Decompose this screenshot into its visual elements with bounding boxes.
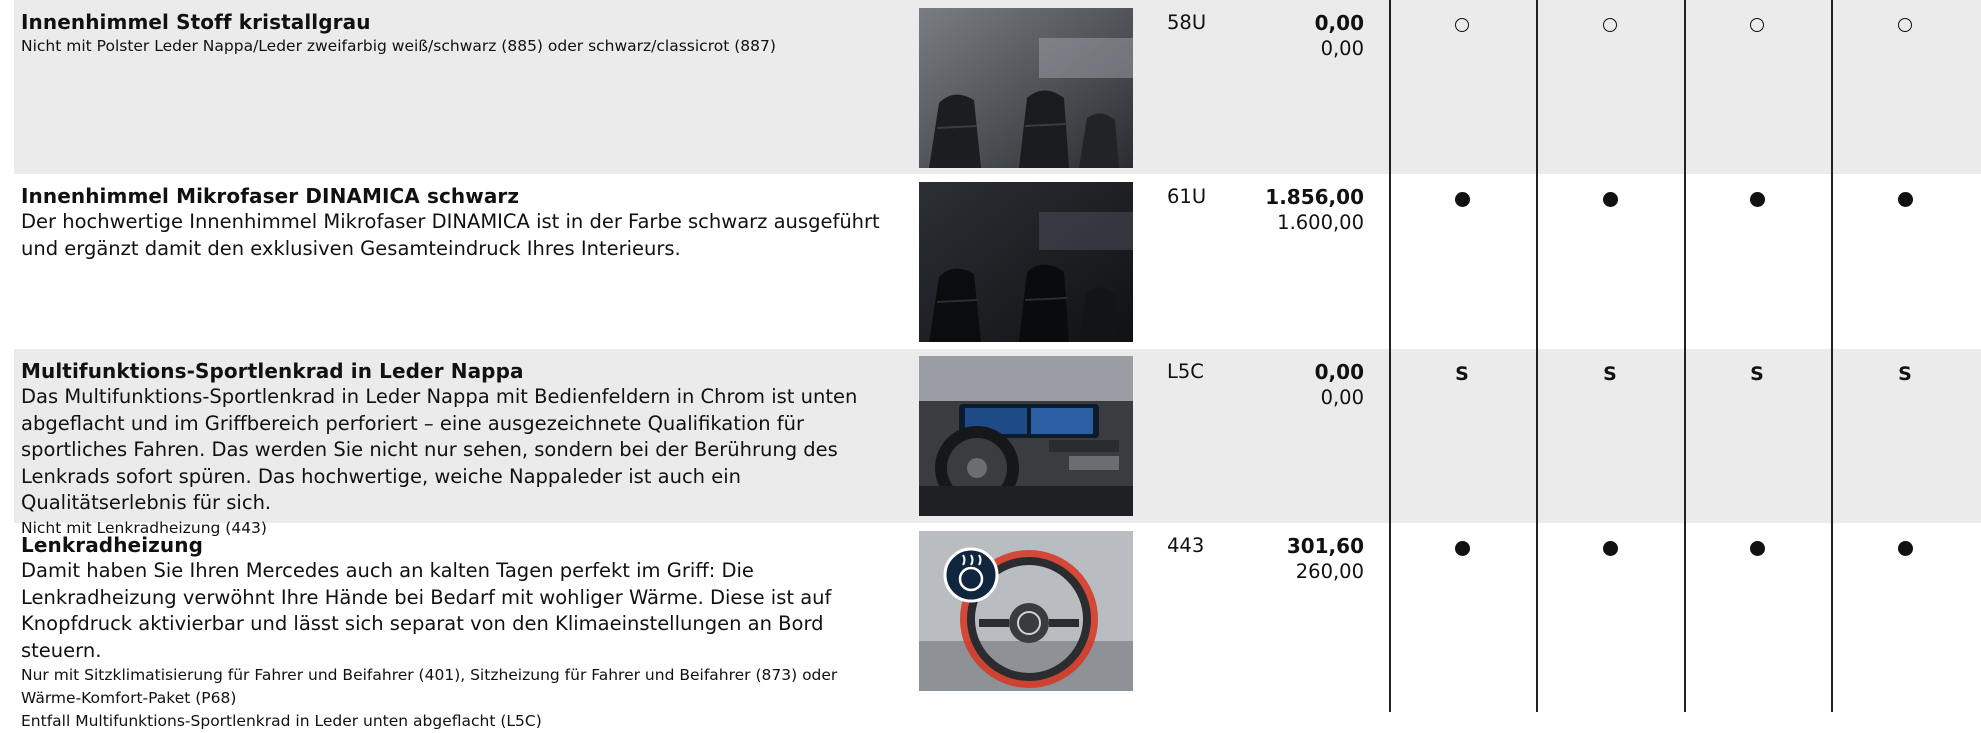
column-divider	[1389, 0, 1391, 712]
standard-mark: S	[1898, 363, 1912, 385]
row-description: Innenhimmel Mikrofaser DINAMICA schwarz …	[21, 184, 901, 262]
option-code: 443	[1167, 534, 1205, 557]
available-icon	[1447, 535, 1477, 561]
column-divider	[1684, 0, 1686, 712]
standard-mark: S	[1603, 363, 1617, 385]
optional-icon	[1890, 12, 1920, 38]
row-description: Lenkradheizung Damit haben Sie Ihren Mer…	[21, 533, 901, 733]
price-net: 260,00	[1295, 560, 1364, 583]
available-icon	[1595, 186, 1625, 212]
available-icon	[1890, 186, 1920, 212]
option-price: 0,00 0,00	[1254, 10, 1364, 62]
option-title: Innenhimmel Stoff kristallgrau	[21, 10, 371, 34]
option-note: Entfall Multifunktions-Sportlenkrad in L…	[21, 712, 542, 730]
option-title: Lenkradheizung	[21, 533, 204, 557]
interior-headliner-grey-photo	[919, 8, 1133, 168]
option-note: Nicht mit Polster Leder Nappa/Leder zwei…	[21, 37, 776, 55]
available-icon	[1890, 535, 1920, 561]
column-divider	[1536, 0, 1538, 712]
heated-steering-wheel-photo	[919, 531, 1133, 691]
option-note: Nur mit Sitzklimatisierung für Fahrer un…	[21, 666, 838, 707]
available-icon	[1447, 186, 1477, 212]
available-icon	[1742, 186, 1772, 212]
price-gross: 1.856,00	[1265, 185, 1364, 209]
option-code: 61U	[1167, 185, 1207, 208]
row-description: Innenhimmel Stoff kristallgrau Nicht mit…	[21, 10, 901, 58]
interior-headliner-black-photo	[919, 182, 1133, 342]
option-title: Multifunktions-Sportlenkrad in Leder Nap…	[21, 359, 524, 383]
option-code: 58U	[1167, 11, 1207, 34]
standard-mark: S	[1750, 363, 1764, 385]
price-gross: 0,00	[1314, 360, 1364, 384]
optional-icon	[1742, 12, 1772, 38]
option-price: 1.856,00 1.600,00	[1254, 184, 1364, 236]
option-price: 301,60 260,00	[1254, 533, 1364, 585]
price-net: 1.600,00	[1277, 211, 1364, 234]
optional-icon	[1595, 12, 1625, 38]
cockpit-steering-wheel-photo	[919, 356, 1133, 516]
option-body: Der hochwertige Innenhimmel Mikrofaser D…	[21, 210, 880, 260]
option-price: 0,00 0,00	[1254, 359, 1364, 411]
price-gross: 0,00	[1314, 11, 1364, 35]
option-code: L5C	[1167, 360, 1204, 383]
available-icon	[1595, 535, 1625, 561]
standard-mark: S	[1455, 363, 1469, 385]
column-divider	[1831, 0, 1833, 712]
option-title: Innenhimmel Mikrofaser DINAMICA schwarz	[21, 184, 520, 208]
price-net: 0,00	[1320, 37, 1364, 60]
optional-icon	[1447, 12, 1477, 38]
option-body: Das Multifunktions-Sportlenkrad in Leder…	[21, 385, 858, 514]
price-net: 0,00	[1320, 386, 1364, 409]
price-gross: 301,60	[1286, 534, 1364, 558]
option-body: Damit haben Sie Ihren Mercedes auch an k…	[21, 559, 832, 662]
row-description: Multifunktions-Sportlenkrad in Leder Nap…	[21, 359, 901, 540]
available-icon	[1742, 535, 1772, 561]
